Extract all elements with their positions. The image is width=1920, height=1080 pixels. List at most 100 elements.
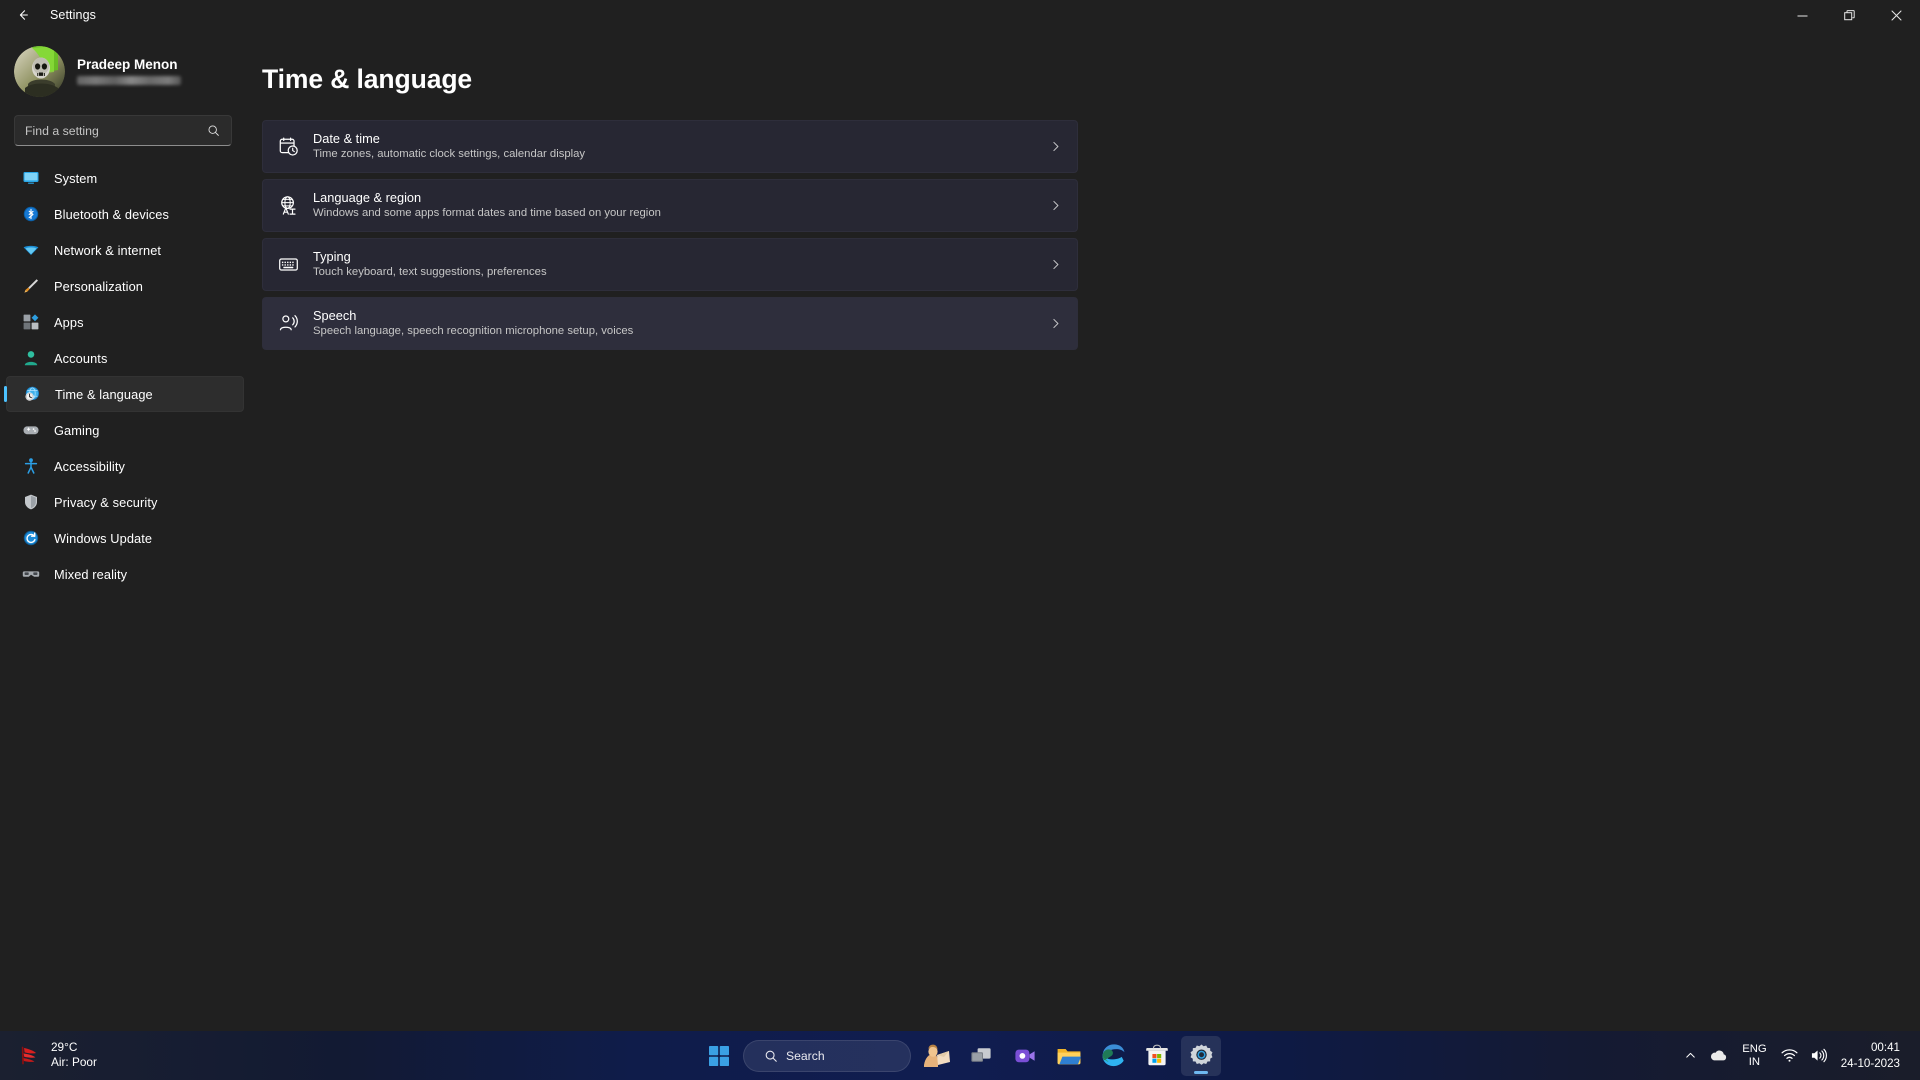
language-indicator[interactable]: ENG IN xyxy=(1734,1036,1774,1076)
shield-icon xyxy=(22,493,40,511)
copilot-icon[interactable] xyxy=(917,1036,957,1076)
chevron-right-icon[interactable] xyxy=(1047,198,1063,214)
calendar-clock-icon xyxy=(275,134,301,160)
sidebar-item-label: Accounts xyxy=(54,350,108,366)
back-arrow-icon xyxy=(19,10,28,20)
card-date-and-time[interactable]: Date & time Time zones, automatic clock … xyxy=(262,120,1078,173)
window-controls xyxy=(1779,0,1920,30)
sidebar-item-label: Privacy & security xyxy=(54,494,158,510)
card-language-and-region[interactable]: Language & region Windows and some apps … xyxy=(262,179,1078,232)
person-icon xyxy=(22,349,40,367)
sidebar-item-label: Time & language xyxy=(55,386,153,402)
taskbar-weather-widget[interactable]: 29°C Air: Poor xyxy=(0,1041,400,1069)
card-subtitle: Time zones, automatic clock settings, ca… xyxy=(313,148,586,161)
edge-icon[interactable] xyxy=(1093,1036,1133,1076)
close-icon xyxy=(1891,9,1902,21)
sidebar-item-network-internet[interactable]: Network & internet xyxy=(6,232,244,268)
sidebar-item-system[interactable]: System xyxy=(6,160,244,196)
start-button[interactable] xyxy=(699,1036,739,1076)
vr-headset-icon xyxy=(22,565,40,583)
avatar-image xyxy=(14,46,65,97)
minimize-button[interactable] xyxy=(1779,0,1826,30)
show-hidden-icons-button[interactable] xyxy=(1678,1036,1703,1076)
taskbar-search-box[interactable]: Search xyxy=(743,1039,911,1072)
maximize-button[interactable] xyxy=(1826,0,1873,30)
close-button[interactable] xyxy=(1873,0,1920,30)
sidebar-item-label: Gaming xyxy=(54,422,100,438)
sidebar-item-gaming[interactable]: Gaming xyxy=(6,412,244,448)
cloud-icon xyxy=(1711,1050,1727,1061)
search-icon xyxy=(206,123,221,138)
gamepad-icon xyxy=(22,421,40,439)
back-button[interactable] xyxy=(6,0,40,30)
monitor-icon xyxy=(22,169,40,187)
sidebar-item-label: System xyxy=(54,170,98,186)
language-line-1: ENG xyxy=(1742,1042,1767,1055)
sidebar-item-accounts[interactable]: Accounts xyxy=(6,340,244,376)
sidebar-item-personalization[interactable]: Personalization xyxy=(6,268,244,304)
task-view-icon[interactable] xyxy=(961,1036,1001,1076)
card-text: Date & time Time zones, automatic clock … xyxy=(313,132,1047,161)
card-typing[interactable]: Typing Touch keyboard, text suggestions,… xyxy=(262,238,1078,291)
sidebar-item-mixed-reality[interactable]: Mixed reality xyxy=(6,556,244,592)
page-title: Time & language xyxy=(262,64,473,94)
chevron-right-icon[interactable] xyxy=(1047,139,1063,155)
onedrive-tray-button[interactable] xyxy=(1703,1036,1734,1076)
language-line-2: IN xyxy=(1748,1055,1761,1068)
weather-text: 29°C Air: Poor xyxy=(51,1041,97,1069)
sidebar-item-label: Windows Update xyxy=(54,530,153,546)
sidebar: Pradeep Menon Find a setting System Blue… xyxy=(0,30,252,1031)
clock-date-button[interactable]: 00:41 24-10-2023 xyxy=(1833,1036,1910,1076)
microsoft-store-icon[interactable] xyxy=(1137,1036,1177,1076)
tray-time: 00:41 xyxy=(1870,1041,1900,1055)
sidebar-nav: System Bluetooth & devices Network & int… xyxy=(0,160,252,592)
tray-date: 24-10-2023 xyxy=(1840,1056,1900,1070)
volume-tray-icon[interactable] xyxy=(1804,1036,1833,1076)
search-icon xyxy=(764,1049,778,1063)
card-speech[interactable]: Speech Speech language, speech recogniti… xyxy=(262,297,1078,350)
sidebar-item-bluetooth-devices[interactable]: Bluetooth & devices xyxy=(6,196,244,232)
taskbar-center: Search xyxy=(699,1035,1221,1076)
sidebar-item-accessibility[interactable]: Accessibility xyxy=(6,448,244,484)
taskbar: 29°C Air: Poor Search ENG IN 00:41 24-10… xyxy=(0,1031,1920,1080)
chevron-right-icon[interactable] xyxy=(1047,257,1063,273)
sidebar-item-apps[interactable]: Apps xyxy=(6,304,244,340)
paintbrush-icon xyxy=(22,277,40,295)
main-content: Time & language Date & time Time zones, … xyxy=(252,30,1920,1031)
system-tray: ENG IN 00:41 24-10-2023 xyxy=(1678,1031,1920,1080)
sidebar-item-windows-update[interactable]: Windows Update xyxy=(6,520,244,556)
card-subtitle: Touch keyboard, text suggestions, prefer… xyxy=(313,266,547,279)
teams-icon[interactable] xyxy=(1005,1036,1045,1076)
weather-alert-icon xyxy=(16,1043,42,1069)
card-title: Typing xyxy=(313,249,351,265)
weather-temperature: 29°C xyxy=(51,1040,78,1055)
wifi-tray-icon[interactable] xyxy=(1775,1036,1804,1076)
chevron-right-icon[interactable] xyxy=(1047,316,1063,332)
sidebar-item-privacy-security[interactable]: Privacy & security xyxy=(6,484,244,520)
search-box[interactable] xyxy=(14,115,232,146)
search-input[interactable] xyxy=(25,123,206,138)
keyboard-icon xyxy=(275,252,301,278)
file-explorer-icon[interactable] xyxy=(1049,1036,1089,1076)
card-title: Language & region xyxy=(313,190,422,206)
search-wrap xyxy=(14,115,232,146)
card-text: Speech Speech language, speech recogniti… xyxy=(313,309,1047,338)
wifi-icon xyxy=(22,241,40,259)
weather-air-quality: Air: Poor xyxy=(51,1055,97,1069)
update-icon xyxy=(22,529,40,547)
sidebar-item-label: Personalization xyxy=(54,278,143,294)
sidebar-item-time-language[interactable]: Time & language xyxy=(6,376,244,412)
sidebar-item-label: Network & internet xyxy=(54,242,162,258)
speech-icon xyxy=(275,311,301,337)
account-block[interactable]: Pradeep Menon xyxy=(0,38,252,107)
chevron-up-icon xyxy=(1686,1052,1695,1058)
settings-taskbar-icon[interactable] xyxy=(1181,1035,1221,1076)
sidebar-item-label: Mixed reality xyxy=(54,566,128,582)
accessibility-icon xyxy=(22,457,40,475)
card-subtitle: Windows and some apps format dates and t… xyxy=(313,207,661,220)
sidebar-item-label: Bluetooth & devices xyxy=(54,206,170,222)
globe-language-icon xyxy=(275,193,301,219)
clock-globe-icon xyxy=(23,385,41,403)
card-text: Language & region Windows and some apps … xyxy=(313,190,1047,220)
apps-icon xyxy=(22,313,40,331)
